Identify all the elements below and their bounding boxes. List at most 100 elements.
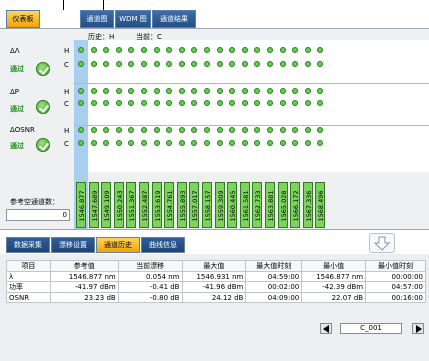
channel-wavelength-label: 1547.689 — [90, 190, 99, 222]
channel-box[interactable]: 1565.028 — [277, 182, 288, 228]
status-dot — [241, 61, 248, 67]
status-dot — [141, 100, 147, 106]
status-dot — [141, 88, 147, 94]
tab-dashboard[interactable]: 仪表板 — [6, 10, 40, 28]
channel-box[interactable]: 1547.689 — [88, 182, 99, 228]
status-dot — [178, 100, 185, 106]
status-dot — [141, 61, 147, 67]
tab-drift-settings[interactable]: 漂移设置 — [51, 237, 95, 253]
collapse-button[interactable] — [369, 233, 395, 253]
column-header: 当前漂移 — [117, 260, 183, 272]
status-dot — [216, 100, 223, 106]
table-cell: -42.39 dBm — [301, 281, 367, 293]
status-dot — [241, 88, 248, 94]
status-dot — [304, 100, 311, 106]
status-dot — [178, 140, 185, 146]
status-dot — [279, 140, 286, 146]
channel-box[interactable]: 1559.309 — [214, 182, 225, 228]
channel-box[interactable]: 1566.172 — [290, 182, 301, 228]
status-dot — [178, 61, 185, 67]
channel-box[interactable]: 1560.445 — [227, 182, 238, 228]
status-dot — [78, 47, 84, 53]
table-row[interactable]: 功率 -41.97 dBm -0.41 dB -41.96 dBm 00:02:00 -4… — [6, 281, 426, 293]
metric-name-power: ΔP — [10, 88, 20, 96]
channel-box[interactable]: 1555.893 — [176, 182, 187, 228]
ref-channels-input[interactable]: 0 — [6, 209, 70, 221]
status-pass-power: 通过 — [10, 105, 24, 113]
status-dot — [115, 127, 122, 133]
status-dot — [204, 88, 210, 94]
channel-wavelength-label: 1558.157 — [204, 190, 212, 222]
status-dot — [90, 100, 97, 106]
column-header: 项目 — [6, 260, 51, 272]
status-pass-wavelength: 通过 — [10, 65, 24, 73]
status-dot — [141, 47, 147, 53]
tab-channel-map[interactable]: 通道图 — [80, 10, 114, 28]
tab-channel-history[interactable]: 通道历史 — [96, 237, 140, 253]
table-cell: 04:09:00 — [245, 292, 303, 303]
status-dot — [115, 47, 122, 53]
status-dot — [141, 127, 147, 133]
channel-box[interactable]: 1557.017 — [189, 182, 200, 228]
tab-channel-results[interactable]: 通道结果 — [152, 10, 196, 28]
check-circle-icon — [36, 62, 50, 76]
table-row[interactable]: OSNR 23.23 dB -0.80 dB 24.12 dB 04:09:00 22.0… — [6, 292, 426, 303]
channel-box[interactable]: 1562.733 — [252, 182, 263, 228]
table-cell: -0.41 dB — [117, 281, 183, 293]
status-dot — [267, 140, 273, 146]
status-dot — [267, 88, 273, 94]
row-divider — [74, 83, 429, 84]
status-dot — [115, 88, 122, 94]
table-row[interactable]: λ 1546.877 nm 0.054 nm 1546.931 nm 04:59:00 1… — [6, 271, 426, 282]
channel-wavelength-label: 1553.619 — [153, 190, 162, 222]
current-row-label: C — [64, 140, 69, 148]
callout-line — [63, 0, 64, 10]
tab-data-acquisition[interactable]: 数据采集 — [6, 237, 50, 253]
table-cell: 1546.877 nm — [49, 271, 119, 282]
status-dot — [90, 140, 97, 146]
status-dot — [204, 61, 210, 67]
channel-box[interactable]: 1567.336 — [302, 182, 313, 228]
channel-box[interactable]: 1551.367 — [126, 182, 137, 228]
table-cell: 22.07 dB — [301, 292, 367, 303]
table-cell: 24.12 dB — [181, 292, 247, 303]
tab-trace-info[interactable]: 曲线信息 — [141, 237, 185, 253]
status-dot — [78, 127, 84, 133]
status-dot — [279, 47, 286, 53]
channel-box[interactable]: 1549.109 — [101, 182, 112, 228]
status-dot — [90, 127, 97, 133]
status-dot — [304, 140, 311, 146]
table-cell: 功率 — [6, 281, 51, 293]
status-dot — [216, 88, 223, 94]
status-dot — [153, 127, 160, 133]
channel-box[interactable]: 1546.877 — [76, 182, 86, 228]
channel-wavelength-label: 1551.367 — [128, 190, 137, 222]
channel-box[interactable]: 1554.761 — [164, 182, 175, 228]
channel-box[interactable]: 1563.881 — [265, 182, 275, 228]
channel-wavelength-label: 1555.893 — [178, 190, 187, 222]
table-cell: 00:02:00 — [245, 281, 303, 293]
callout-line — [103, 0, 104, 10]
column-header: 参考值 — [49, 260, 119, 272]
current-row-label: C — [64, 100, 69, 108]
channel-box[interactable]: 1553.619 — [151, 182, 162, 228]
status-dot — [279, 127, 286, 133]
next-page-button[interactable] — [412, 323, 424, 334]
prev-page-button[interactable] — [320, 323, 332, 334]
tab-wdm-map[interactable]: WDM 图 — [115, 10, 151, 28]
status-dot — [90, 61, 97, 67]
status-dot — [304, 127, 311, 133]
status-dot — [78, 100, 84, 106]
status-dot — [204, 127, 210, 133]
status-dot — [204, 47, 210, 53]
status-dot — [304, 61, 311, 67]
history-table: 项目 参考值 当前漂移 最大值 最大值时刻 最小值 最小值时刻 λ 1546.87… — [6, 260, 426, 303]
status-dot — [304, 88, 311, 94]
channel-wavelength-label: 1565.028 — [279, 190, 288, 222]
channel-wavelength-label: 1563.881 — [267, 190, 275, 222]
channel-box[interactable]: 1552.487 — [139, 182, 149, 228]
channel-box[interactable]: 1568.496 — [315, 182, 326, 228]
channel-box[interactable]: 1558.157 — [202, 182, 212, 228]
channel-box[interactable]: 1561.581 — [239, 182, 250, 228]
channel-box[interactable]: 1550.243 — [113, 182, 124, 228]
